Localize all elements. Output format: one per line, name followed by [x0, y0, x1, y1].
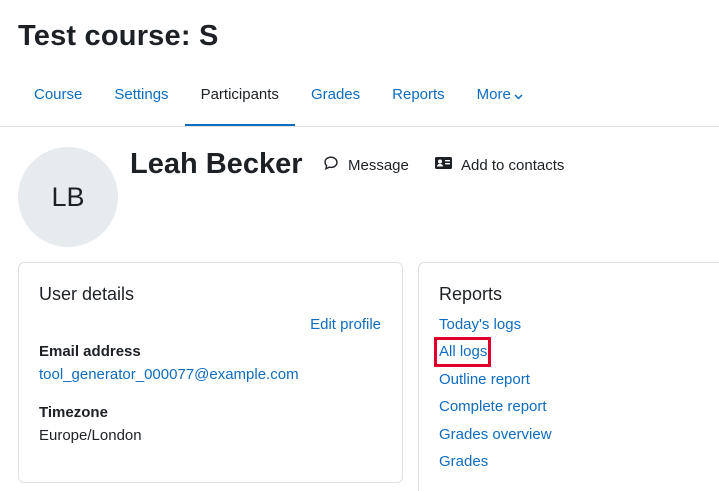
- message-icon: [323, 155, 348, 175]
- avatar: LB: [18, 147, 118, 247]
- user-name: Leah Becker: [130, 148, 303, 180]
- course-nav: Course Settings Participants Grades Repo…: [18, 72, 719, 127]
- course-title: Test course: S: [18, 20, 219, 52]
- chevron-down-icon: [514, 87, 523, 104]
- tab-label: Course: [34, 86, 83, 103]
- reports-title: Reports: [439, 284, 503, 304]
- tab-course[interactable]: Course: [18, 72, 98, 127]
- email-address-label: Email address: [39, 343, 141, 360]
- tab-label: Participants: [200, 86, 279, 103]
- add-to-contacts-button[interactable]: Add to contacts: [435, 156, 564, 174]
- report-link-grades[interactable]: Grades: [439, 453, 552, 480]
- tab-reports[interactable]: Reports: [376, 72, 461, 127]
- reports-card: Reports Today's logs All logs Outline re…: [418, 262, 719, 491]
- timezone-value: Europe/London: [39, 427, 142, 444]
- tab-label: Settings: [114, 86, 169, 103]
- user-details-title: User details: [39, 284, 135, 304]
- report-link-outline-report[interactable]: Outline report: [439, 371, 552, 398]
- tab-label: Grades: [310, 86, 361, 103]
- timezone-label: Timezone: [39, 404, 108, 421]
- add-to-contacts-label: Add to contacts: [461, 156, 565, 174]
- edit-profile-link[interactable]: Edit profile: [310, 316, 381, 333]
- user-details-card: User details Edit profile Email address …: [18, 262, 403, 483]
- tab-settings[interactable]: Settings: [98, 72, 184, 127]
- tab-participants[interactable]: Participants: [184, 72, 296, 127]
- report-link-all-logs[interactable]: All logs: [434, 337, 552, 370]
- email-address-link[interactable]: tool_generator_000077@example.com: [39, 366, 299, 383]
- tab-grades[interactable]: Grades: [295, 72, 376, 127]
- tab-more[interactable]: More: [461, 72, 539, 127]
- reports-list: Today's logs All logs Outline report Com…: [434, 316, 552, 480]
- address-card-icon: [435, 156, 461, 174]
- tab-label: More: [476, 86, 511, 103]
- tab-label: Reports: [392, 86, 445, 103]
- report-link-grades-overview[interactable]: Grades overview: [439, 426, 552, 453]
- report-link-complete-report[interactable]: Complete report: [439, 398, 552, 425]
- message-label: Message: [348, 156, 409, 174]
- message-button[interactable]: Message: [323, 156, 409, 174]
- nav-divider: [0, 126, 719, 127]
